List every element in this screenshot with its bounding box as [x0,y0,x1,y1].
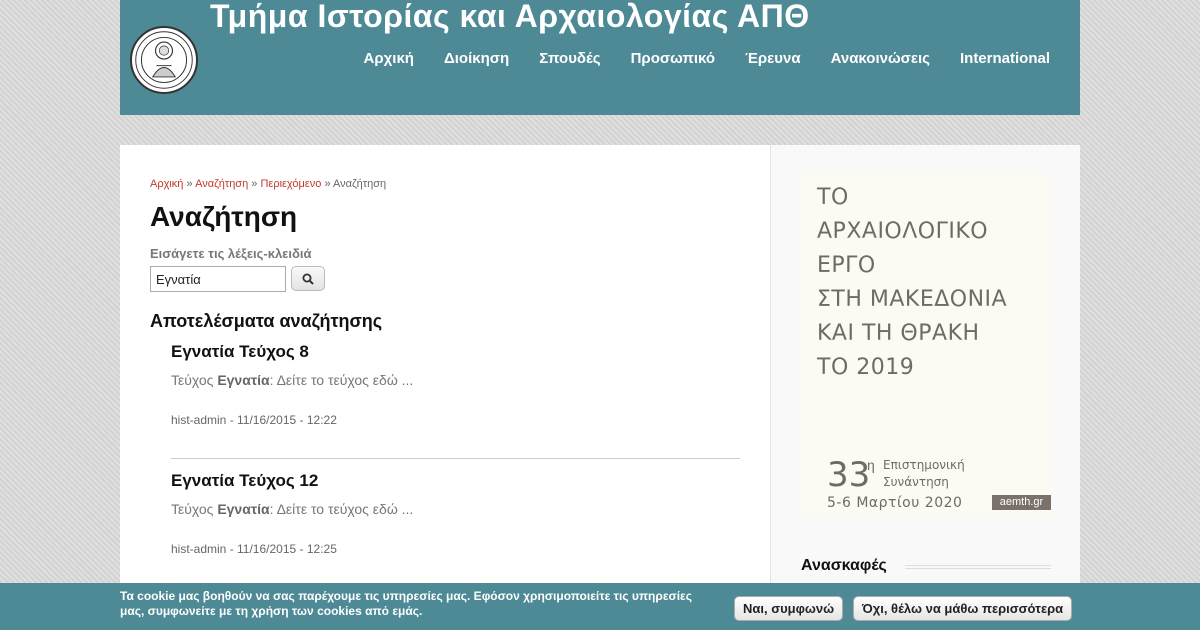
search-input[interactable] [150,266,286,292]
sidebar: ΤΟ ΑΡΧΑΙΟΛΟΓΙΚΟ ΕΡΓΟ ΣΤΗ ΜΑΚΕΔΟΝΙΑ ΚΑΙ Τ… [770,145,1080,630]
breadcrumb-separator: » [251,178,258,190]
result-meta: hist-admin - 11/16/2015 - 12:22 [171,413,337,427]
main-content: Αρχική » Αναζήτηση » Περιεχόμενο » Αναζή… [120,145,770,630]
snippet-highlight: Εγνατία [217,501,270,517]
main-nav: Αρχική Διοίκηση Σπουδές Προσωπικό Έρευνα… [334,50,1050,67]
breadcrumb-separator: » [324,178,331,190]
cookie-more-info-button[interactable]: Όχι, θέλω να μάθω περισσότερα [853,596,1073,621]
nav-item-international[interactable]: International [960,50,1050,67]
site-header: Τμήμα Ιστορίας και Αρχαιολογίας ΑΠΘ Αρχι… [120,0,1080,115]
snippet-prefix: Τεύχος [171,501,214,517]
banner-line: ΑΡΧΑΙΟΛΟΓΙΚΟ [817,219,989,244]
result-title-link[interactable]: Εγνατία Τεύχος 12 [171,471,740,491]
result-title-link[interactable]: Εγνατία Τεύχος 8 [171,342,740,362]
banner-number: 33 [827,455,871,495]
snippet-suffix: : Δείτε το τεύχος εδώ ... [269,372,414,388]
banner-line: ΕΡΓΟ [817,253,876,278]
banner-line: ΣΤΗ ΜΑΚΕΔΟΝΙΑ [817,287,1008,312]
banner-date: 5-6 Μαρτίου 2020 [827,495,963,511]
breadcrumb-link-search[interactable]: Αναζήτηση [195,178,248,190]
banner-line: ΤΟ 2019 [817,355,915,380]
banner-subtitle: Συνάντηση [883,475,949,489]
university-seal-icon[interactable] [130,26,198,94]
heading-decoration [905,563,1051,569]
search-icon [302,273,314,285]
result-snippet: Τεύχος Εγνατία: Δείτε το τεύχος εδώ ... [171,501,740,517]
search-result: Εγνατία Τεύχος 8 Τεύχος Εγνατία: Δείτε τ… [171,342,740,427]
cookie-message: Τα cookie μας βοηθούν να σας παρέχουμε τ… [120,589,692,618]
banner-site-label: aemth.gr [992,495,1051,510]
result-divider [171,458,740,459]
breadcrumb: Αρχική » Αναζήτηση » Περιεχόμενο » Αναζή… [150,178,386,190]
banner-number-suffix: η [867,457,875,473]
conference-banner[interactable]: ΤΟ ΑΡΧΑΙΟΛΟΓΙΚΟ ΕΡΓΟ ΣΤΗ ΜΑΚΕΔΟΝΙΑ ΚΑΙ Τ… [801,173,1051,518]
sidebar-section-heading: Ανασκαφές [801,557,901,575]
search-result: Εγνατία Τεύχος 12 Τεύχος Εγνατία: Δείτε … [171,471,740,556]
nav-item-studies[interactable]: Σπουδές [539,50,600,67]
breadcrumb-current: Αναζήτηση [333,178,387,190]
snippet-prefix: Τεύχος [171,372,214,388]
nav-item-administration[interactable]: Διοίκηση [444,50,509,67]
nav-item-staff[interactable]: Προσωπικό [631,50,715,67]
cookie-consent-bar: Τα cookie μας βοηθούν να σας παρέχουμε τ… [0,583,1200,630]
banner-line: ΚΑΙ ΤΗ ΘΡΑΚΗ [817,321,980,346]
breadcrumb-link-content[interactable]: Περιεχόμενο [260,178,321,190]
banner-subtitle: Επιστημονική [883,458,965,472]
breadcrumb-separator: » [186,178,193,190]
results-heading: Αποτελέσματα αναζήτησης [150,311,383,331]
cookie-accept-button[interactable]: Ναι, συμφωνώ [734,596,844,621]
search-button[interactable] [291,266,325,291]
breadcrumb-link-home[interactable]: Αρχική [150,178,183,190]
nav-item-announcements[interactable]: Ανακοινώσεις [831,50,930,67]
snippet-highlight: Εγνατία [217,372,270,388]
banner-line: ΤΟ [817,185,849,210]
result-meta: hist-admin - 11/16/2015 - 12:25 [171,542,337,556]
snippet-suffix: : Δείτε το τεύχος εδώ ... [269,501,414,517]
keywords-label: Εισάγετε τις λέξεις-κλειδιά [150,246,312,261]
nav-item-research[interactable]: Έρευνα [745,50,801,67]
site-title[interactable]: Τμήμα Ιστορίας και Αρχαιολογίας ΑΠΘ [210,0,810,35]
page-title: Αναζήτηση [150,201,298,232]
nav-item-home[interactable]: Αρχική [364,50,414,67]
result-snippet: Τεύχος Εγνατία: Δείτε το τεύχος εδώ ... [171,372,740,388]
